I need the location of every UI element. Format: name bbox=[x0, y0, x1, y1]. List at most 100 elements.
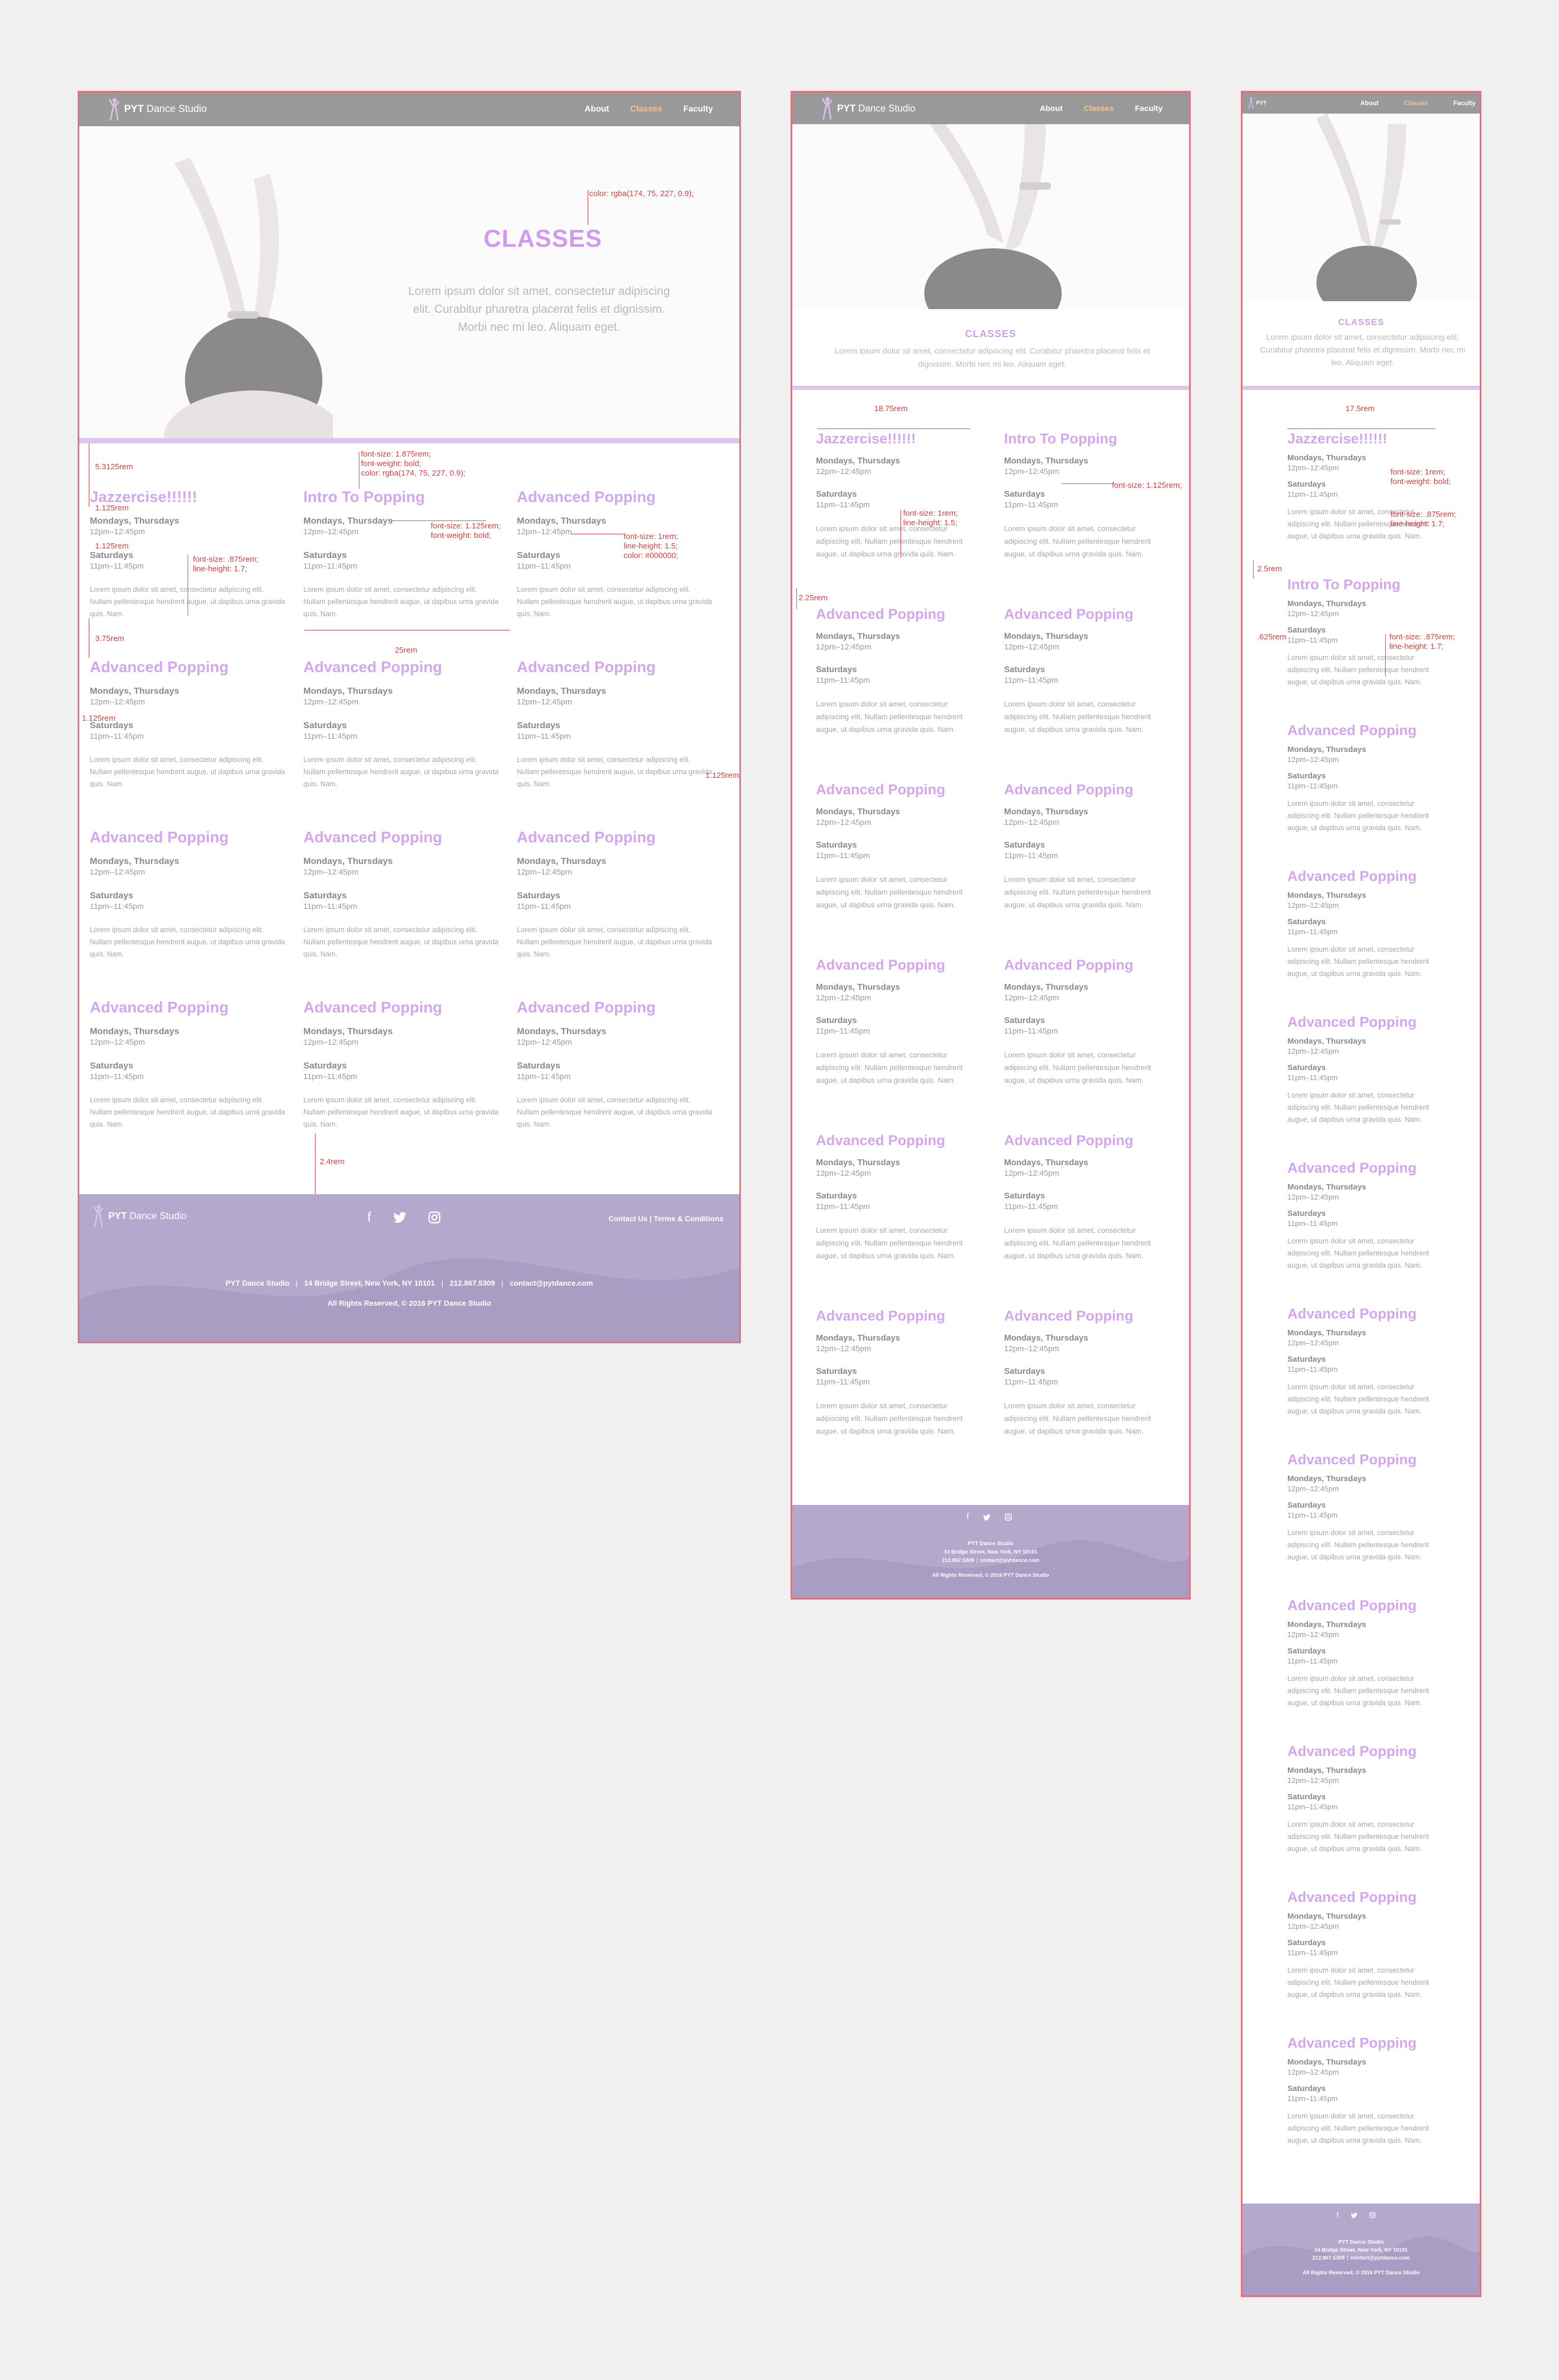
class-title[interactable]: Advanced Popping bbox=[1004, 957, 1169, 973]
class-title[interactable]: Advanced Popping bbox=[816, 782, 981, 798]
class-title[interactable]: Intro To Popping bbox=[1287, 577, 1438, 593]
class-time: 12pm–12:45pm bbox=[1287, 1776, 1339, 1784]
nav-classes[interactable]: Classes bbox=[1084, 104, 1114, 113]
class-title[interactable]: Advanced Popping bbox=[303, 659, 500, 676]
class-title[interactable]: Advanced Popping bbox=[517, 999, 713, 1017]
class-title[interactable]: Advanced Popping bbox=[816, 606, 981, 622]
class-title[interactable]: Advanced Popping bbox=[1287, 1743, 1438, 1760]
class-time: 12pm–12:45pm bbox=[1287, 2068, 1339, 2076]
class-day: Saturdays bbox=[1287, 1355, 1326, 1364]
class-description: Lorem ipsum dolor sit amet, consectetur … bbox=[1287, 2112, 1429, 2144]
brand-logo[interactable]: PYT bbox=[1248, 97, 1266, 109]
class-title[interactable]: Jazzercise!!!!!! bbox=[1287, 431, 1438, 447]
class-time: 12pm–12:45pm bbox=[1004, 993, 1060, 1002]
footer-info: PYT Dance Studio | 14 Bridge Street, New Y… bbox=[225, 1279, 593, 1287]
nav-about[interactable]: About bbox=[1360, 99, 1379, 107]
class-card: Advanced Popping Mondays, Thursdays 12pm–1… bbox=[1287, 722, 1438, 834]
class-title[interactable]: Advanced Popping bbox=[816, 1308, 981, 1324]
twitter-icon[interactable] bbox=[392, 1212, 407, 1223]
twitter-icon[interactable] bbox=[982, 1514, 991, 1521]
class-time: 12pm–12:45pm bbox=[816, 1344, 871, 1353]
class-title[interactable]: Intro To Popping bbox=[1004, 431, 1169, 447]
class-title[interactable]: Advanced Popping bbox=[1287, 1160, 1438, 1176]
class-title[interactable]: Advanced Popping bbox=[1004, 1308, 1169, 1324]
class-time: 11pm–11:45pm bbox=[90, 1072, 144, 1081]
class-time: 12pm–12:45pm bbox=[303, 698, 359, 706]
class-title[interactable]: Jazzercise!!!!!! bbox=[816, 431, 981, 447]
annotation-time-spec: font-size: 1rem; line-height: 1.5; bbox=[903, 509, 958, 527]
class-title[interactable]: Advanced Popping bbox=[303, 999, 500, 1017]
class-time: 11pm–11:45pm bbox=[1287, 782, 1338, 790]
footer-logo[interactable]: PYT Dance Studio bbox=[92, 1204, 187, 1228]
class-title[interactable]: Advanced Popping bbox=[1004, 1132, 1169, 1149]
class-time: 12pm–12:45pm bbox=[816, 818, 871, 827]
class-card: Advanced Popping Mondays, Thursdays 12pm–1… bbox=[1004, 782, 1169, 911]
class-description: Lorem ipsum dolor sit amet, consectetur … bbox=[816, 524, 963, 558]
class-day: Mondays, Thursdays bbox=[1287, 453, 1367, 462]
nav-faculty[interactable]: Faculty bbox=[1453, 99, 1476, 107]
class-title[interactable]: Advanced Popping bbox=[1287, 1014, 1438, 1030]
class-day: Saturdays bbox=[1004, 1191, 1045, 1201]
class-card: Advanced Popping Mondays, Thursdays 12pm–1… bbox=[816, 606, 981, 736]
class-time: 11pm–11:45pm bbox=[1004, 1202, 1059, 1211]
class-day: Mondays, Thursdays bbox=[1287, 891, 1367, 900]
twitter-icon[interactable] bbox=[1350, 2212, 1358, 2218]
site-footer: f PYT Dance Studio 14 Bridge Street, New… bbox=[792, 1505, 1189, 1598]
nav-classes[interactable]: Classes bbox=[1404, 99, 1428, 107]
class-title[interactable]: Advanced Popping bbox=[1004, 606, 1169, 622]
class-title[interactable]: Advanced Popping bbox=[1287, 1889, 1438, 1905]
class-title[interactable]: Advanced Popping bbox=[816, 957, 981, 973]
class-title[interactable]: Advanced Popping bbox=[1287, 1306, 1438, 1322]
instagram-icon[interactable] bbox=[428, 1211, 441, 1224]
class-time: 12pm–12:45pm bbox=[517, 1038, 572, 1047]
class-time: 12pm–12:45pm bbox=[303, 868, 359, 877]
class-description: Lorem ipsum dolor sit amet, consectetur … bbox=[816, 1050, 963, 1084]
class-title[interactable]: Advanced Popping bbox=[90, 999, 286, 1017]
social-links: f bbox=[367, 1209, 441, 1225]
class-day: Mondays, Thursdays bbox=[1004, 1334, 1089, 1343]
annotation-p-spec: font-size: .875rem; line-height: 1.7; bbox=[193, 555, 259, 573]
brand-logo[interactable]: PYT Dance Studio bbox=[108, 97, 207, 122]
class-title[interactable]: Advanced Popping bbox=[1287, 868, 1438, 885]
class-day: Mondays, Thursdays bbox=[1287, 1328, 1367, 1337]
class-title[interactable]: Advanced Popping bbox=[1287, 1452, 1438, 1468]
class-title[interactable]: Advanced Popping bbox=[303, 829, 500, 847]
class-title[interactable]: Advanced Popping bbox=[1287, 1597, 1438, 1614]
footer-rights: All Rights Reserved, © 2016 PYT Dance St… bbox=[327, 1299, 491, 1307]
class-title[interactable]: Advanced Popping bbox=[1287, 2035, 1438, 2051]
class-day: Saturdays bbox=[90, 1060, 134, 1071]
class-title[interactable]: Advanced Popping bbox=[517, 829, 713, 847]
class-title[interactable]: Advanced Popping bbox=[90, 829, 286, 847]
class-day: Saturdays bbox=[1287, 1209, 1326, 1218]
class-card: Intro To Popping Mondays, Thursdays 12pm–1… bbox=[1004, 431, 1169, 560]
nav-classes[interactable]: Classes bbox=[630, 105, 662, 114]
facebook-icon[interactable]: f bbox=[967, 1512, 969, 1522]
class-title[interactable]: Advanced Popping bbox=[1004, 782, 1169, 798]
class-day: Saturdays bbox=[90, 720, 134, 730]
instagram-icon[interactable] bbox=[1005, 1513, 1013, 1521]
class-time: 12pm–12:45pm bbox=[1287, 1193, 1339, 1201]
class-title[interactable]: Advanced Popping bbox=[816, 1132, 981, 1149]
class-day: Saturdays bbox=[1287, 771, 1326, 780]
site-footer: f PYT Dance Studio 14 Bridge Street, New… bbox=[1242, 2204, 1480, 2295]
nav-faculty[interactable]: Faculty bbox=[683, 105, 713, 114]
class-title[interactable]: Advanced Popping bbox=[90, 659, 286, 676]
class-title[interactable]: Advanced Popping bbox=[517, 489, 713, 506]
instagram-icon[interactable] bbox=[1369, 2212, 1376, 2218]
class-day: Mondays, Thursdays bbox=[90, 1026, 180, 1036]
class-title[interactable]: Advanced Popping bbox=[517, 659, 713, 676]
facebook-icon[interactable]: f bbox=[367, 1209, 371, 1225]
class-title[interactable]: Intro To Popping bbox=[303, 489, 500, 506]
nav-about[interactable]: About bbox=[584, 105, 609, 114]
class-time: 12pm–12:45pm bbox=[1004, 1344, 1060, 1353]
class-day: Mondays, Thursdays bbox=[1287, 599, 1367, 608]
class-day: Mondays, Thursdays bbox=[1287, 745, 1367, 754]
annotation-1125c: 1.125rem bbox=[82, 714, 116, 723]
class-title[interactable]: Advanced Popping bbox=[1287, 722, 1438, 739]
nav-about[interactable]: About bbox=[1040, 104, 1062, 113]
footer-links[interactable]: Contact Us | Terms & Conditions bbox=[608, 1214, 723, 1223]
footer-address: 14 Bridge Street, New York, NY 10101 bbox=[1314, 2247, 1408, 2253]
nav-faculty[interactable]: Faculty bbox=[1135, 104, 1163, 113]
facebook-icon[interactable]: f bbox=[1337, 2211, 1339, 2219]
brand-logo[interactable]: PYT Dance Studio bbox=[821, 96, 915, 120]
